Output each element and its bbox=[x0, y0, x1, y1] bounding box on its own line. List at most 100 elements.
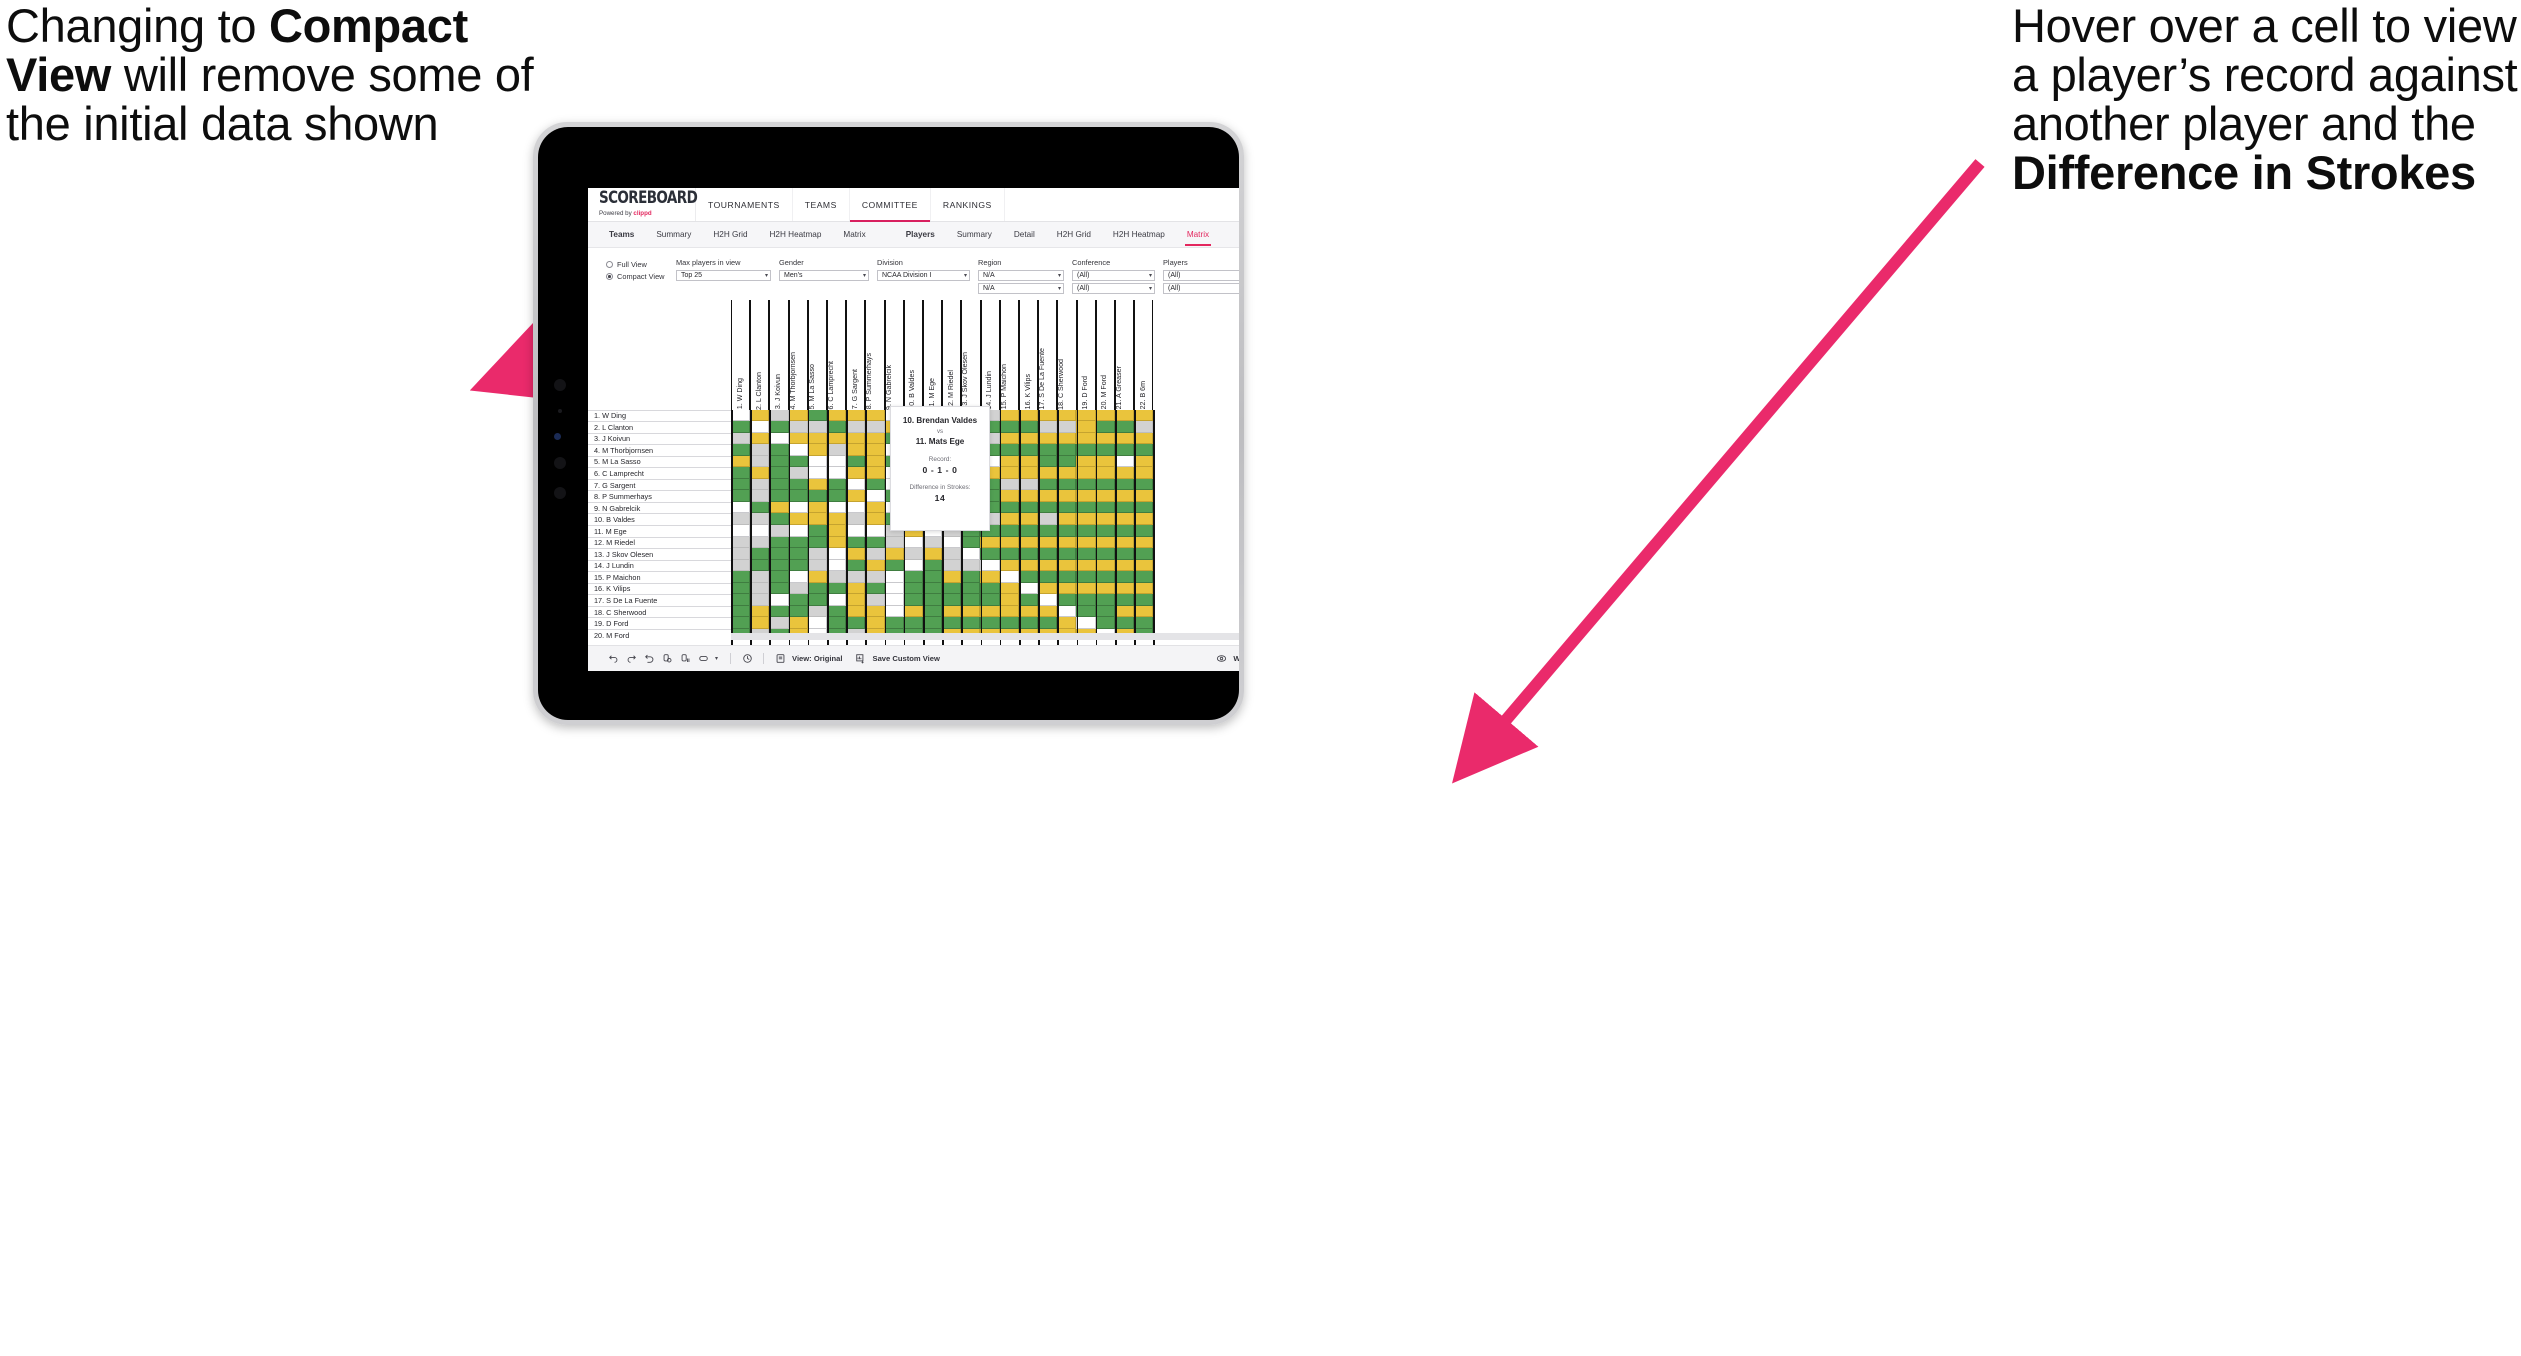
matrix-cell[interactable] bbox=[1018, 467, 1038, 479]
matrix-cell[interactable] bbox=[826, 432, 847, 445]
matrix-row-label[interactable]: 16. K Vilips bbox=[588, 582, 731, 595]
matrix-cell[interactable] bbox=[750, 605, 770, 618]
matrix-cell[interactable] bbox=[903, 559, 923, 572]
matrix-cell[interactable] bbox=[750, 421, 770, 433]
matrix-cell[interactable] bbox=[1133, 559, 1154, 572]
matrix-cell[interactable] bbox=[846, 455, 866, 468]
top-nav-item-committee[interactable]: COMMITTEE bbox=[849, 188, 931, 222]
matrix-cell[interactable] bbox=[1038, 444, 1058, 456]
matrix-cell[interactable] bbox=[826, 501, 847, 514]
matrix-cell[interactable] bbox=[769, 582, 789, 595]
matrix-cell[interactable] bbox=[922, 548, 943, 560]
matrix-row-label[interactable]: 4. M Thorbjornsen bbox=[588, 444, 731, 456]
matrix-cell[interactable] bbox=[884, 559, 904, 572]
matrix-cell[interactable] bbox=[1095, 548, 1115, 560]
matrix-cell[interactable] bbox=[922, 617, 943, 629]
matrix-cell[interactable] bbox=[1057, 432, 1077, 445]
matrix-cell[interactable] bbox=[1076, 524, 1096, 537]
matrix-cell[interactable] bbox=[1114, 536, 1134, 549]
matrix-cell[interactable] bbox=[865, 490, 885, 502]
matrix-cell[interactable] bbox=[846, 571, 866, 583]
matrix-cell[interactable] bbox=[1095, 467, 1115, 479]
matrix-cell[interactable] bbox=[1133, 490, 1154, 502]
matrix-cell[interactable] bbox=[884, 571, 904, 583]
matrix-cell[interactable] bbox=[903, 571, 923, 583]
matrix-cell[interactable] bbox=[788, 409, 808, 422]
matrix-cell[interactable] bbox=[1095, 432, 1115, 445]
matrix-cell[interactable] bbox=[1095, 524, 1115, 537]
matrix-cell[interactable] bbox=[750, 501, 770, 514]
matrix-cell[interactable] bbox=[807, 617, 827, 629]
filter-select-max-players-in-view[interactable]: Top 25 ▾ bbox=[676, 269, 771, 281]
matrix-cell[interactable] bbox=[826, 467, 847, 479]
matrix-cell[interactable] bbox=[865, 513, 885, 525]
matrix-cell[interactable] bbox=[826, 490, 847, 502]
matrix-cell[interactable] bbox=[942, 582, 962, 595]
matrix-cell[interactable] bbox=[961, 571, 981, 583]
matrix-cell[interactable] bbox=[1038, 421, 1058, 433]
matrix-cell[interactable] bbox=[769, 617, 789, 629]
matrix-cell[interactable] bbox=[865, 467, 885, 479]
matrix-cell[interactable] bbox=[1095, 605, 1115, 618]
matrix-cell[interactable] bbox=[1057, 524, 1077, 537]
matrix-cell[interactable] bbox=[1114, 455, 1134, 468]
matrix-cell[interactable] bbox=[1018, 455, 1038, 468]
matrix-cell[interactable] bbox=[1133, 444, 1154, 456]
matrix-cell[interactable] bbox=[731, 490, 751, 502]
matrix-cell[interactable] bbox=[999, 432, 1019, 445]
matrix-cell[interactable] bbox=[1018, 524, 1038, 537]
matrix-cell[interactable] bbox=[1038, 617, 1058, 629]
matrix-cell[interactable] bbox=[788, 548, 808, 560]
matrix-cell[interactable] bbox=[1095, 490, 1115, 502]
matrix-cell[interactable] bbox=[942, 605, 962, 618]
sub-tab-h2h-grid[interactable]: H2H Grid bbox=[702, 222, 758, 248]
matrix-cell[interactable] bbox=[807, 582, 827, 595]
matrix-cell[interactable] bbox=[846, 444, 866, 456]
matrix-cell[interactable] bbox=[1133, 605, 1154, 618]
filter-select-region-2[interactable]: N/A ▾ bbox=[978, 282, 1064, 294]
matrix-cell[interactable] bbox=[999, 444, 1019, 456]
matrix-cell[interactable] bbox=[788, 605, 808, 618]
sub-tab-h2h-heatmap[interactable]: H2H Heatmap bbox=[1102, 222, 1176, 248]
matrix-cell[interactable] bbox=[846, 605, 866, 618]
matrix-cell[interactable] bbox=[731, 513, 751, 525]
matrix-cell[interactable] bbox=[980, 548, 1000, 560]
matrix-cell[interactable] bbox=[1114, 432, 1134, 445]
matrix-cell[interactable] bbox=[826, 582, 847, 595]
matrix-row-label[interactable]: 1. W Ding bbox=[588, 409, 731, 422]
matrix-cell[interactable] bbox=[999, 513, 1019, 525]
matrix-cell[interactable] bbox=[1095, 409, 1115, 422]
matrix-cell[interactable] bbox=[1018, 594, 1038, 606]
matrix-cell[interactable] bbox=[788, 513, 808, 525]
matrix-cell[interactable] bbox=[1018, 617, 1038, 629]
matrix-cell[interactable] bbox=[1038, 455, 1058, 468]
matrix-cell[interactable] bbox=[1133, 409, 1154, 422]
matrix-cell[interactable] bbox=[865, 617, 885, 629]
matrix-cell[interactable] bbox=[865, 478, 885, 491]
matrix-cell[interactable] bbox=[865, 501, 885, 514]
matrix-cell[interactable] bbox=[826, 617, 847, 629]
matrix-cell[interactable] bbox=[999, 524, 1019, 537]
matrix-row-label[interactable]: 3. J Koivun bbox=[588, 432, 731, 445]
matrix-cell[interactable] bbox=[1038, 582, 1058, 595]
matrix-cell[interactable] bbox=[1018, 409, 1038, 422]
matrix-cell[interactable] bbox=[865, 444, 885, 456]
matrix-cell[interactable] bbox=[961, 594, 981, 606]
matrix-cell[interactable] bbox=[1057, 455, 1077, 468]
matrix-cell[interactable] bbox=[769, 444, 789, 456]
matrix-cell[interactable] bbox=[807, 536, 827, 549]
matrix-cell[interactable] bbox=[1076, 421, 1096, 433]
matrix-cell[interactable] bbox=[865, 559, 885, 572]
matrix-cell[interactable] bbox=[1095, 582, 1115, 595]
view-mode-option-full-view[interactable]: Full View bbox=[606, 260, 676, 269]
matrix-cell[interactable] bbox=[750, 455, 770, 468]
matrix-cell[interactable] bbox=[942, 617, 962, 629]
matrix-cell[interactable] bbox=[999, 455, 1019, 468]
matrix-cell[interactable] bbox=[1076, 455, 1096, 468]
matrix-cell[interactable] bbox=[1038, 536, 1058, 549]
matrix-cell[interactable] bbox=[865, 432, 885, 445]
matrix-cell[interactable] bbox=[999, 617, 1019, 629]
matrix-cell[interactable] bbox=[999, 467, 1019, 479]
matrix-cell[interactable] bbox=[788, 432, 808, 445]
matrix-cell[interactable] bbox=[865, 571, 885, 583]
